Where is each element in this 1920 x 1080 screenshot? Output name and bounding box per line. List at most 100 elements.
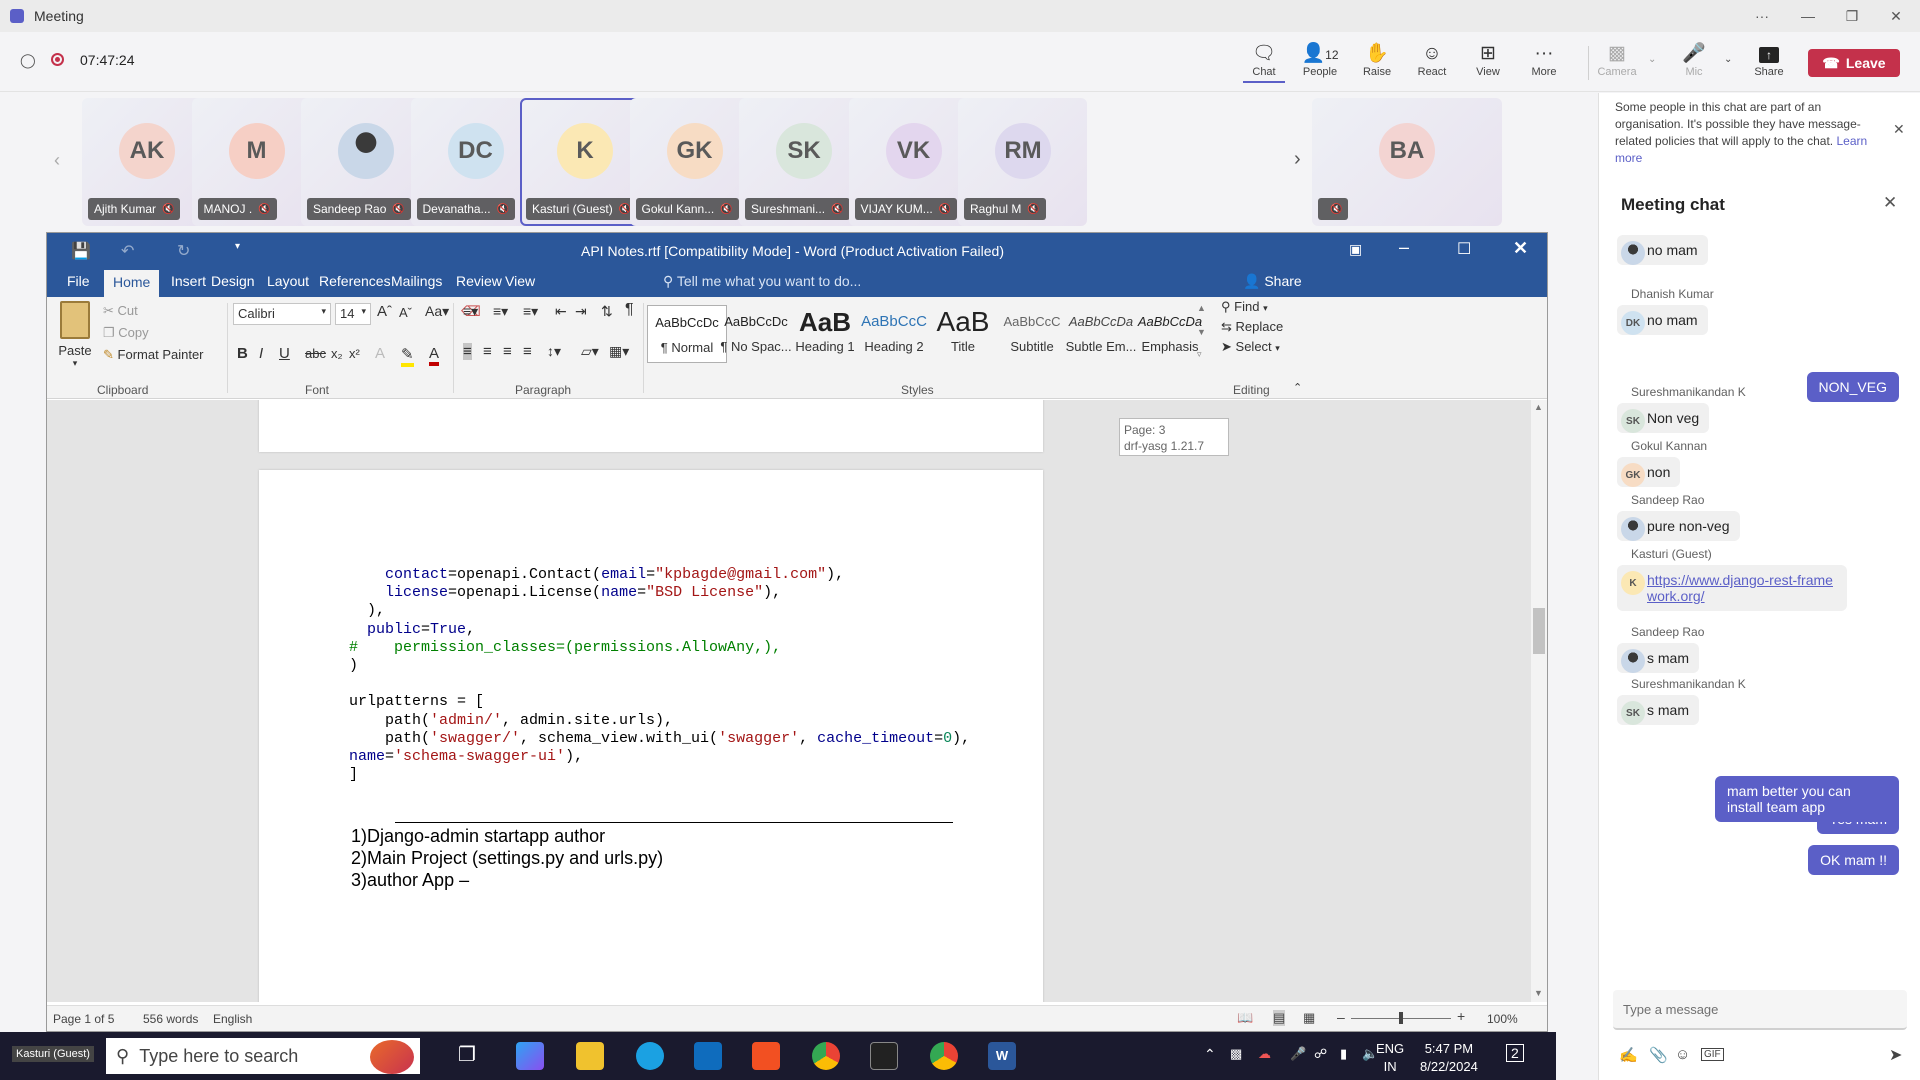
share-button[interactable]: ↑ Share (1742, 42, 1796, 78)
scrollbar-thumb[interactable] (1533, 608, 1545, 654)
redo-icon[interactable]: ↻ (177, 241, 190, 261)
multilevel-list-icon[interactable]: ≡▾ (523, 303, 538, 320)
decrease-indent-icon[interactable]: ⇤ (555, 303, 567, 320)
share-ribbon-button[interactable]: 👤 Share (1243, 273, 1302, 290)
bold-icon[interactable]: B (237, 345, 248, 362)
grow-font-icon[interactable]: Aˆ (377, 303, 392, 320)
scroll-up-icon[interactable]: ▲ (1534, 402, 1543, 412)
web-layout-icon[interactable]: ▦ (1303, 1010, 1315, 1026)
chat-message[interactable]: https://www.django-rest-framework.org/ (1617, 565, 1847, 611)
mic-button[interactable]: 🎤 Mic (1667, 42, 1721, 78)
sort-icon[interactable]: ⇅ (601, 303, 613, 320)
terminal-icon[interactable] (870, 1042, 898, 1070)
borders-icon[interactable]: ▦▾ (609, 343, 629, 360)
mic-tray-icon[interactable]: 🎤 (1290, 1046, 1306, 1062)
battery-icon[interactable]: ▮ (1340, 1046, 1347, 1062)
copilot-icon[interactable] (516, 1042, 544, 1070)
onedrive-icon[interactable]: ☁ (1258, 1046, 1271, 1062)
bullets-icon[interactable]: ≡▾ (463, 303, 478, 320)
ribbon-display-icon[interactable]: ▣ (1349, 241, 1362, 258)
highlight-icon[interactable]: ✎ (401, 345, 414, 367)
style-2[interactable]: AaB Heading 1 (785, 305, 865, 363)
store-icon[interactable] (752, 1042, 780, 1070)
chevron-down-icon[interactable]: ⌄ (1724, 54, 1732, 65)
change-case-icon[interactable]: Aa▾ (425, 303, 449, 320)
chat-button[interactable]: 🗨 Chat (1237, 42, 1291, 83)
copy-button[interactable]: ❐ Copy (103, 325, 149, 341)
view-button[interactable]: ⊞ View (1461, 42, 1515, 78)
chevron-right-icon[interactable]: › (1294, 148, 1301, 171)
align-right-icon[interactable]: ≡ (503, 343, 512, 360)
chrome-icon[interactable] (812, 1042, 840, 1070)
scroll-down-icon[interactable]: ▼ (1534, 988, 1543, 998)
gallery-more-icon[interactable]: ▿ (1197, 349, 1202, 360)
clock[interactable]: 5:47 PM 8/22/2024 (1420, 1040, 1478, 1076)
close-chat-icon[interactable]: ✕ (1883, 193, 1897, 213)
word-close-button[interactable]: ✕ (1513, 238, 1528, 259)
notification-icon[interactable]: 2 (1506, 1044, 1524, 1062)
ribbon-tab-mailings[interactable]: Mailings (391, 273, 442, 289)
select-button[interactable]: ➤ Select ▾ (1221, 339, 1280, 355)
chrome-profile-icon[interactable] (930, 1042, 958, 1070)
language-status[interactable]: English (213, 1012, 252, 1026)
superscript-icon[interactable]: x² (349, 346, 360, 361)
page-3[interactable]: contact=openapi.Contact(email="kpbagde@g… (259, 470, 1043, 1002)
style-6[interactable]: AaBbCcDa Subtle Em... (1061, 305, 1141, 363)
style-4[interactable]: AaB Title (923, 305, 1003, 363)
edge-icon[interactable] (636, 1042, 664, 1070)
collapse-ribbon-icon[interactable]: ⌃ (1293, 381, 1302, 394)
align-center-icon[interactable]: ≡ (483, 343, 492, 360)
font-color-icon[interactable]: A (429, 345, 440, 366)
replace-button[interactable]: ⇆ Replace (1221, 319, 1283, 335)
zoom-in-icon[interactable]: + (1457, 1008, 1465, 1024)
people-button[interactable]: 👤12 People (1293, 42, 1347, 78)
ribbon-tab-references[interactable]: References (319, 273, 391, 289)
file-explorer-icon[interactable] (576, 1042, 604, 1070)
style-5[interactable]: AaBbCcC Subtitle (992, 305, 1072, 363)
tell-me-search[interactable]: ⚲ Tell me what you want to do... (663, 273, 861, 290)
participant-tile[interactable]: RM Raghul M 🔇 (958, 98, 1087, 226)
format-icon[interactable]: ✍ (1619, 1046, 1638, 1064)
more-options-icon[interactable]: ··· (1740, 0, 1784, 32)
ribbon-tab-file[interactable]: File (67, 273, 90, 289)
input-language[interactable]: ENG IN (1376, 1040, 1404, 1076)
cut-button[interactable]: ✂ Cut (103, 303, 138, 319)
meet-now-icon[interactable]: ▩ (1230, 1046, 1242, 1062)
network-icon[interactable]: ☍ (1314, 1046, 1327, 1062)
page-count[interactable]: Page 1 of 5 (53, 1012, 114, 1026)
word-taskbar-icon[interactable]: W (988, 1042, 1016, 1070)
italic-icon[interactable]: I (259, 345, 263, 362)
undo-icon[interactable]: ↶ (121, 241, 134, 261)
shading-icon[interactable]: ▱▾ (581, 343, 599, 360)
ribbon-tab-home[interactable]: Home (104, 270, 160, 297)
ribbon-tab-insert[interactable]: Insert (171, 273, 206, 289)
font-size-dropdown[interactable]: 14 ▾ (335, 303, 371, 325)
leave-button[interactable]: ☎ Leave (1808, 49, 1900, 77)
style-1[interactable]: AaBbCcDc ¶ No Spac... (716, 305, 796, 363)
gallery-up-icon[interactable]: ▲ (1197, 303, 1206, 313)
show-hidden-icons[interactable]: ⌃ (1204, 1046, 1216, 1063)
maximize-button[interactable]: ❐ (1830, 0, 1874, 32)
strikethrough-icon[interactable]: abc (305, 346, 326, 361)
gif-icon[interactable]: GIF (1701, 1048, 1724, 1061)
participant-tile[interactable]: BA 🔇 (1312, 98, 1502, 226)
line-spacing-icon[interactable]: ↕▾ (547, 343, 561, 360)
camera-button[interactable]: ▩ Camera (1590, 42, 1644, 78)
font-name-dropdown[interactable]: Calibri ▾ (233, 303, 331, 325)
my-message[interactable]: NON_VEG (1806, 372, 1899, 402)
message-input[interactable]: Type a message (1613, 990, 1907, 1030)
zoom-out-icon[interactable]: – (1337, 1009, 1345, 1025)
justify-icon[interactable]: ≡ (523, 343, 532, 360)
print-layout-icon[interactable]: ▤ (1273, 1010, 1286, 1026)
word-count[interactable]: 556 words (143, 1012, 198, 1026)
ribbon-tab-layout[interactable]: Layout (267, 273, 309, 289)
vertical-scrollbar[interactable]: ▲ ▼ (1531, 400, 1547, 1002)
read-mode-icon[interactable]: 📖 (1237, 1010, 1253, 1026)
format-painter-button[interactable]: ✎ Format Painter (103, 347, 204, 363)
close-button[interactable]: ✕ (1874, 0, 1918, 32)
attach-icon[interactable]: 📎 (1649, 1046, 1668, 1064)
send-icon[interactable]: ➤ (1889, 1045, 1902, 1065)
show-marks-icon[interactable]: ¶ (625, 301, 634, 319)
more-button[interactable]: ··· More (1517, 42, 1571, 78)
customize-qat-icon[interactable]: ▾ (235, 241, 240, 252)
